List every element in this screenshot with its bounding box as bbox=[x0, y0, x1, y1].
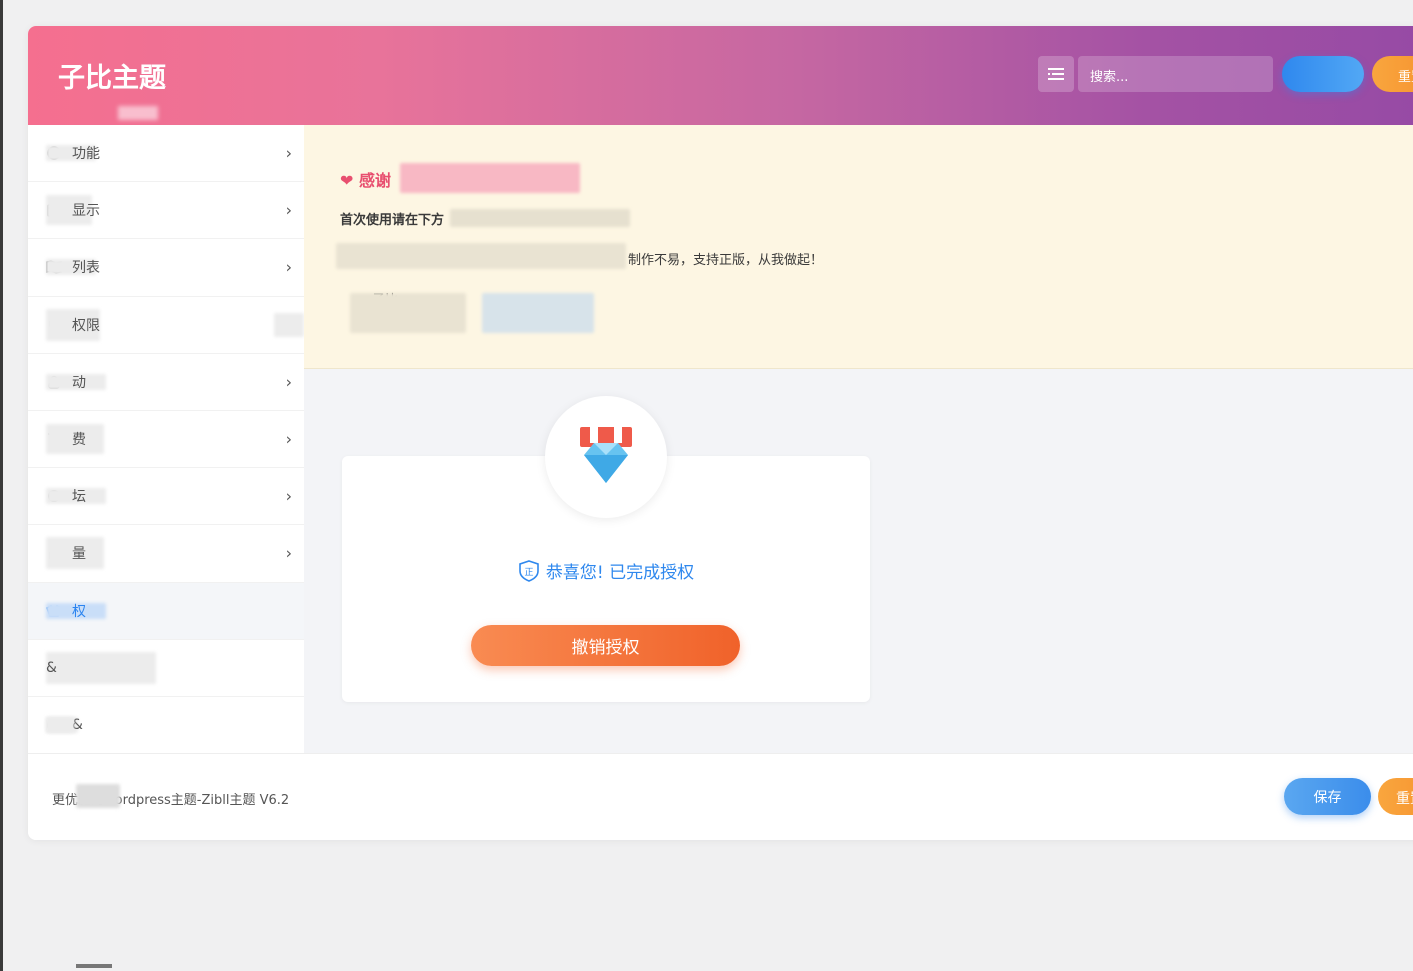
sidebar-item-backup[interactable]: & bbox=[28, 640, 304, 697]
sidebar-item-label: 权限 bbox=[72, 317, 100, 334]
diamond-medal-icon bbox=[580, 427, 632, 483]
redaction bbox=[350, 293, 466, 333]
sidebar-item-label: 显示 bbox=[72, 203, 100, 220]
sidebar-item-permissions[interactable]: 权限 bbox=[28, 297, 304, 354]
sidebar-item-links[interactable]: & bbox=[28, 697, 304, 755]
auth-success-message: 正 恭喜您! 已完成授权 bbox=[342, 558, 870, 583]
redaction bbox=[336, 243, 626, 269]
footer-bar: 更优雅的wordpress主题-Zibll主题 V6.2 保存 重置 bbox=[28, 753, 1413, 840]
sidebar-item-payment[interactable]: 费 › bbox=[28, 411, 304, 469]
redaction bbox=[118, 106, 158, 120]
redaction bbox=[400, 163, 580, 193]
sidebar-item-user[interactable]: 动 › bbox=[28, 354, 304, 411]
redaction bbox=[46, 716, 74, 733]
sidebar-item-label: 列表 bbox=[72, 260, 100, 277]
sidebar-item-extensions[interactable]: 量 › bbox=[28, 525, 304, 583]
header-bar: 子比主题 搜索... 重置 bbox=[28, 26, 1413, 125]
sidebar-item-display[interactable]: 显示 › bbox=[28, 182, 304, 240]
notice-line1: 首次使用请在下方 bbox=[340, 213, 445, 228]
sidebar-item-label: 坛 bbox=[72, 489, 86, 506]
sidebar-item-label: 功能 bbox=[72, 146, 100, 163]
revoke-authorization-button[interactable]: 撤销授权 bbox=[471, 625, 740, 666]
sidebar: 功能 › 显示 › 列表 › 权限 动 › 费 › 坛 › 量 › 权 & & bbox=[28, 125, 304, 755]
sidebar-item-label: 动 bbox=[72, 374, 86, 391]
chevron-right-icon: › bbox=[285, 200, 292, 220]
redaction bbox=[450, 209, 630, 227]
chevron-right-icon: › bbox=[285, 543, 292, 563]
list-icon bbox=[1048, 68, 1064, 80]
sidebar-item-authorization[interactable]: 权 bbox=[28, 582, 304, 640]
sidebar-item-features[interactable]: 功能 › bbox=[28, 125, 304, 183]
main-content: ❤ 感谢 首次使用请在下方 制作不易，支持正版，从我做起！ • 子比 bbox=[304, 125, 1413, 753]
sidebar-item-list[interactable]: 列表 › bbox=[28, 239, 304, 297]
header-blue-button[interactable] bbox=[1282, 56, 1364, 92]
chevron-right-icon: › bbox=[285, 486, 292, 506]
svg-text:正: 正 bbox=[524, 567, 533, 577]
window-edge bbox=[0, 0, 3, 971]
sidebar-item-forum[interactable]: 坛 › bbox=[28, 468, 304, 526]
redaction bbox=[76, 784, 120, 808]
auth-badge bbox=[545, 396, 667, 518]
reset-button[interactable]: 重置 bbox=[1378, 778, 1413, 815]
menu-toggle-button[interactable] bbox=[1038, 56, 1074, 92]
redaction bbox=[274, 312, 304, 337]
search-input[interactable]: 搜索... bbox=[1078, 56, 1273, 92]
notice-title: ❤ 感谢 bbox=[340, 171, 391, 190]
heart-icon: ❤ bbox=[340, 171, 354, 190]
sidebar-item-label: 费 bbox=[72, 432, 86, 449]
chevron-right-icon: › bbox=[285, 429, 292, 449]
chevron-right-icon: › bbox=[285, 143, 292, 163]
sidebar-item-label: 权 bbox=[72, 603, 86, 620]
header-reset-button[interactable]: 重置 bbox=[1372, 56, 1413, 92]
redaction bbox=[482, 293, 594, 333]
verified-shield-icon: 正 bbox=[519, 559, 539, 582]
chevron-right-icon: › bbox=[285, 372, 292, 392]
settings-panel: 子比主题 搜索... 重置 功能 › bbox=[28, 26, 1413, 840]
chevron-right-icon: › bbox=[285, 257, 292, 277]
app-title: 子比主题 bbox=[58, 63, 166, 94]
notice-line2: 制作不易，支持正版，从我做起！ bbox=[628, 253, 824, 268]
sidebar-item-label: & bbox=[46, 659, 57, 676]
scroll-indicator bbox=[76, 964, 112, 968]
notice-box: ❤ 感谢 首次使用请在下方 制作不易，支持正版，从我做起！ • 子比 bbox=[304, 125, 1413, 369]
redaction bbox=[46, 651, 156, 684]
sidebar-item-label: 量 bbox=[72, 546, 86, 563]
save-button[interactable]: 保存 bbox=[1284, 778, 1371, 815]
